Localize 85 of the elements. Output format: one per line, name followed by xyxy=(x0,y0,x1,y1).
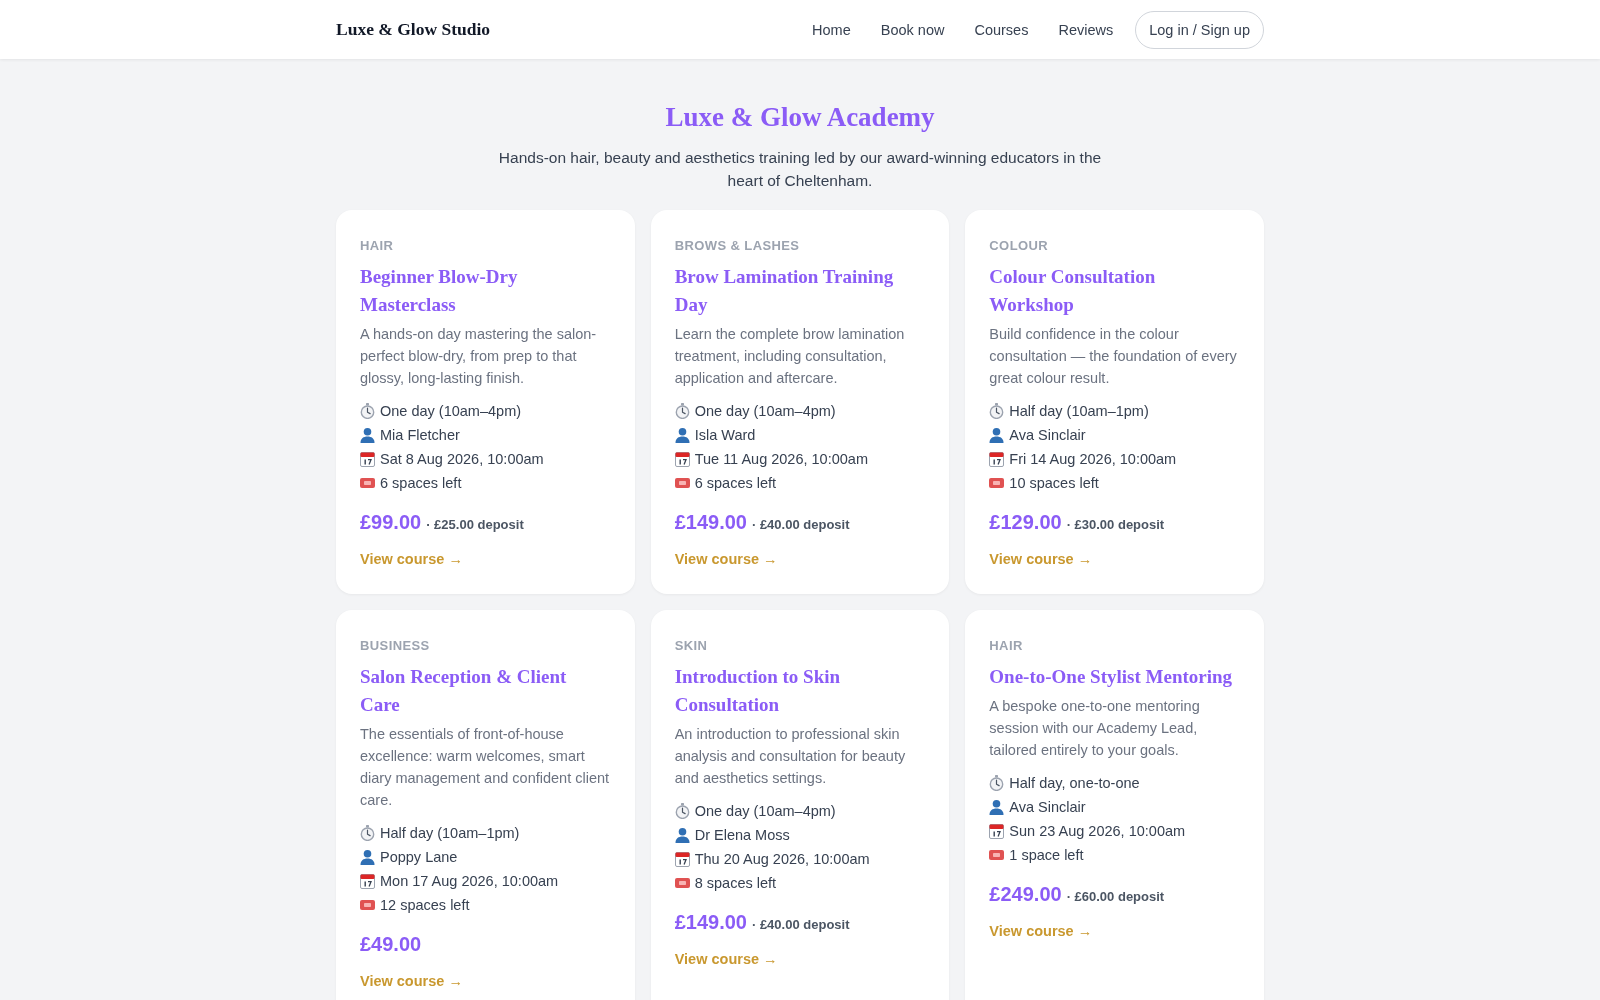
ticket-icon xyxy=(989,478,1005,488)
course-title: Brow Lamination Training Day xyxy=(674,265,895,317)
course-category: HAIR xyxy=(360,238,394,254)
course-category: COLOUR xyxy=(989,238,1049,254)
course-title: Beginner Blow-Dry Masterclass xyxy=(360,265,519,317)
calendar-icon xyxy=(674,451,690,467)
nav-link[interactable]: Book now xyxy=(869,15,956,44)
course-price: £149.00 xyxy=(674,910,747,935)
person-icon xyxy=(989,799,1005,815)
course-detail: Sat 8 Aug 2026, 10:00am xyxy=(380,451,544,467)
course-title: One-to-One Stylist Mentoring xyxy=(989,665,1233,689)
course-detail: Thu 20 Aug 2026, 10:00am xyxy=(694,851,870,867)
calendar-icon xyxy=(989,823,1005,839)
course-category: BUSINESS xyxy=(360,638,430,654)
course-price: £129.00 xyxy=(989,510,1062,535)
course-detail: One day (10am–4pm) xyxy=(380,403,522,419)
ticket-icon xyxy=(360,900,375,910)
course-category: HAIR xyxy=(989,638,1023,654)
course-detail: Sun 23 Aug 2026, 10:00am xyxy=(1009,823,1186,839)
deposit-amount: · £25.00 deposit xyxy=(426,517,524,532)
course-description: Learn the complete brow lamination treatment, including consultation, application and aftercare. xyxy=(674,325,906,388)
course-detail: Ava Sinclair xyxy=(1009,427,1086,443)
course-detail: Half day (10am–1pm) xyxy=(380,825,520,841)
page-subtitle: Hands-on hair, beauty and aesthetics training led by our award-winning educators in the heart of Cheltenham. xyxy=(497,148,1103,191)
course-detail: 6 spaces left xyxy=(694,475,777,491)
course-price: £99.00 xyxy=(360,510,422,535)
deposit-amount: · £40.00 deposit xyxy=(751,517,850,532)
nav-link[interactable]: Courses xyxy=(963,15,1040,44)
calendar-icon xyxy=(360,451,375,467)
stopwatch-icon xyxy=(674,403,690,419)
ticket-icon xyxy=(674,878,690,888)
course-description: A bespoke one-to-one mentoring session with our Academy Lead, tailored entirely to your goals. xyxy=(989,697,1201,760)
stopwatch-icon xyxy=(674,803,690,819)
course-description: Build confidence in the colour consultation — the foundation of every great colour result. xyxy=(989,325,1238,388)
course-detail: One day (10am–4pm) xyxy=(694,403,836,419)
stopwatch-icon xyxy=(989,775,1005,791)
stopwatch-icon xyxy=(989,403,1005,419)
course-title: Salon Reception & Client Care xyxy=(360,665,568,717)
course-detail: Tue 11 Aug 2026, 10:00am xyxy=(694,451,868,467)
ticket-icon xyxy=(989,850,1005,860)
course-detail: Fri 14 Aug 2026, 10:00am xyxy=(1009,451,1177,467)
calendar-icon xyxy=(674,851,690,867)
nav-link[interactable]: Reviews xyxy=(1047,15,1125,44)
nav-link[interactable]: Home xyxy=(801,15,862,44)
course-detail: One day (10am–4pm) xyxy=(694,803,836,819)
deposit-amount: · £30.00 deposit xyxy=(1066,517,1165,532)
ticket-icon xyxy=(360,478,375,488)
course-detail: Poppy Lane xyxy=(380,849,458,865)
deposit-amount: · £60.00 deposit xyxy=(1066,889,1165,904)
course-detail: Half day (10am–1pm) xyxy=(1009,403,1149,419)
page-title: Luxe & Glow Academy xyxy=(664,101,936,134)
course-detail: 1 space left xyxy=(1009,847,1084,863)
course-category: SKIN xyxy=(674,638,708,654)
course-detail: 12 spaces left xyxy=(380,897,470,913)
course-title: Introduction to Skin Consultation xyxy=(674,665,842,717)
studio-logo[interactable]: Luxe & Glow Studio xyxy=(336,19,491,40)
calendar-icon xyxy=(360,873,375,889)
course-detail: Isla Ward xyxy=(694,427,756,443)
course-detail: Half day, one-to-one xyxy=(1009,775,1140,791)
person-icon xyxy=(674,827,690,843)
stopwatch-icon xyxy=(360,403,375,419)
course-detail: Ava Sinclair xyxy=(1009,799,1086,815)
person-icon xyxy=(989,427,1005,443)
course-detail: Mon 17 Aug 2026, 10:00am xyxy=(380,873,559,889)
course-price: £49.00 xyxy=(360,932,422,957)
stopwatch-icon xyxy=(360,825,375,841)
deposit-amount: · £40.00 deposit xyxy=(751,917,850,932)
course-description: The essentials of front-of-house excellence: warm welcomes, smart diary management and confident client care. xyxy=(360,725,611,810)
course-price: £149.00 xyxy=(674,510,747,535)
course-description: A hands-on day mastering the salon-perfect blow-dry, from prep to that glossy, long-lasting finish. xyxy=(360,325,598,388)
ticket-icon xyxy=(674,478,690,488)
course-category: BROWS & LASHES xyxy=(674,238,800,254)
course-price: £249.00 xyxy=(989,882,1062,907)
login-button[interactable]: Log in / Sign up xyxy=(1135,10,1264,49)
person-icon xyxy=(674,427,690,443)
course-detail: Dr Elena Moss xyxy=(694,827,790,843)
person-icon xyxy=(360,427,375,443)
course-detail: Mia Fletcher xyxy=(380,427,460,443)
person-icon xyxy=(360,849,375,865)
course-detail: 8 spaces left xyxy=(694,875,777,891)
course-description: An introduction to professional skin analysis and consultation for beauty and aesthetics settings. xyxy=(674,725,907,788)
course-detail: 10 spaces left xyxy=(1009,475,1099,491)
calendar-icon xyxy=(989,451,1005,467)
course-detail: 6 spaces left xyxy=(380,475,462,491)
course-title: Colour Consultation Workshop xyxy=(989,265,1157,317)
